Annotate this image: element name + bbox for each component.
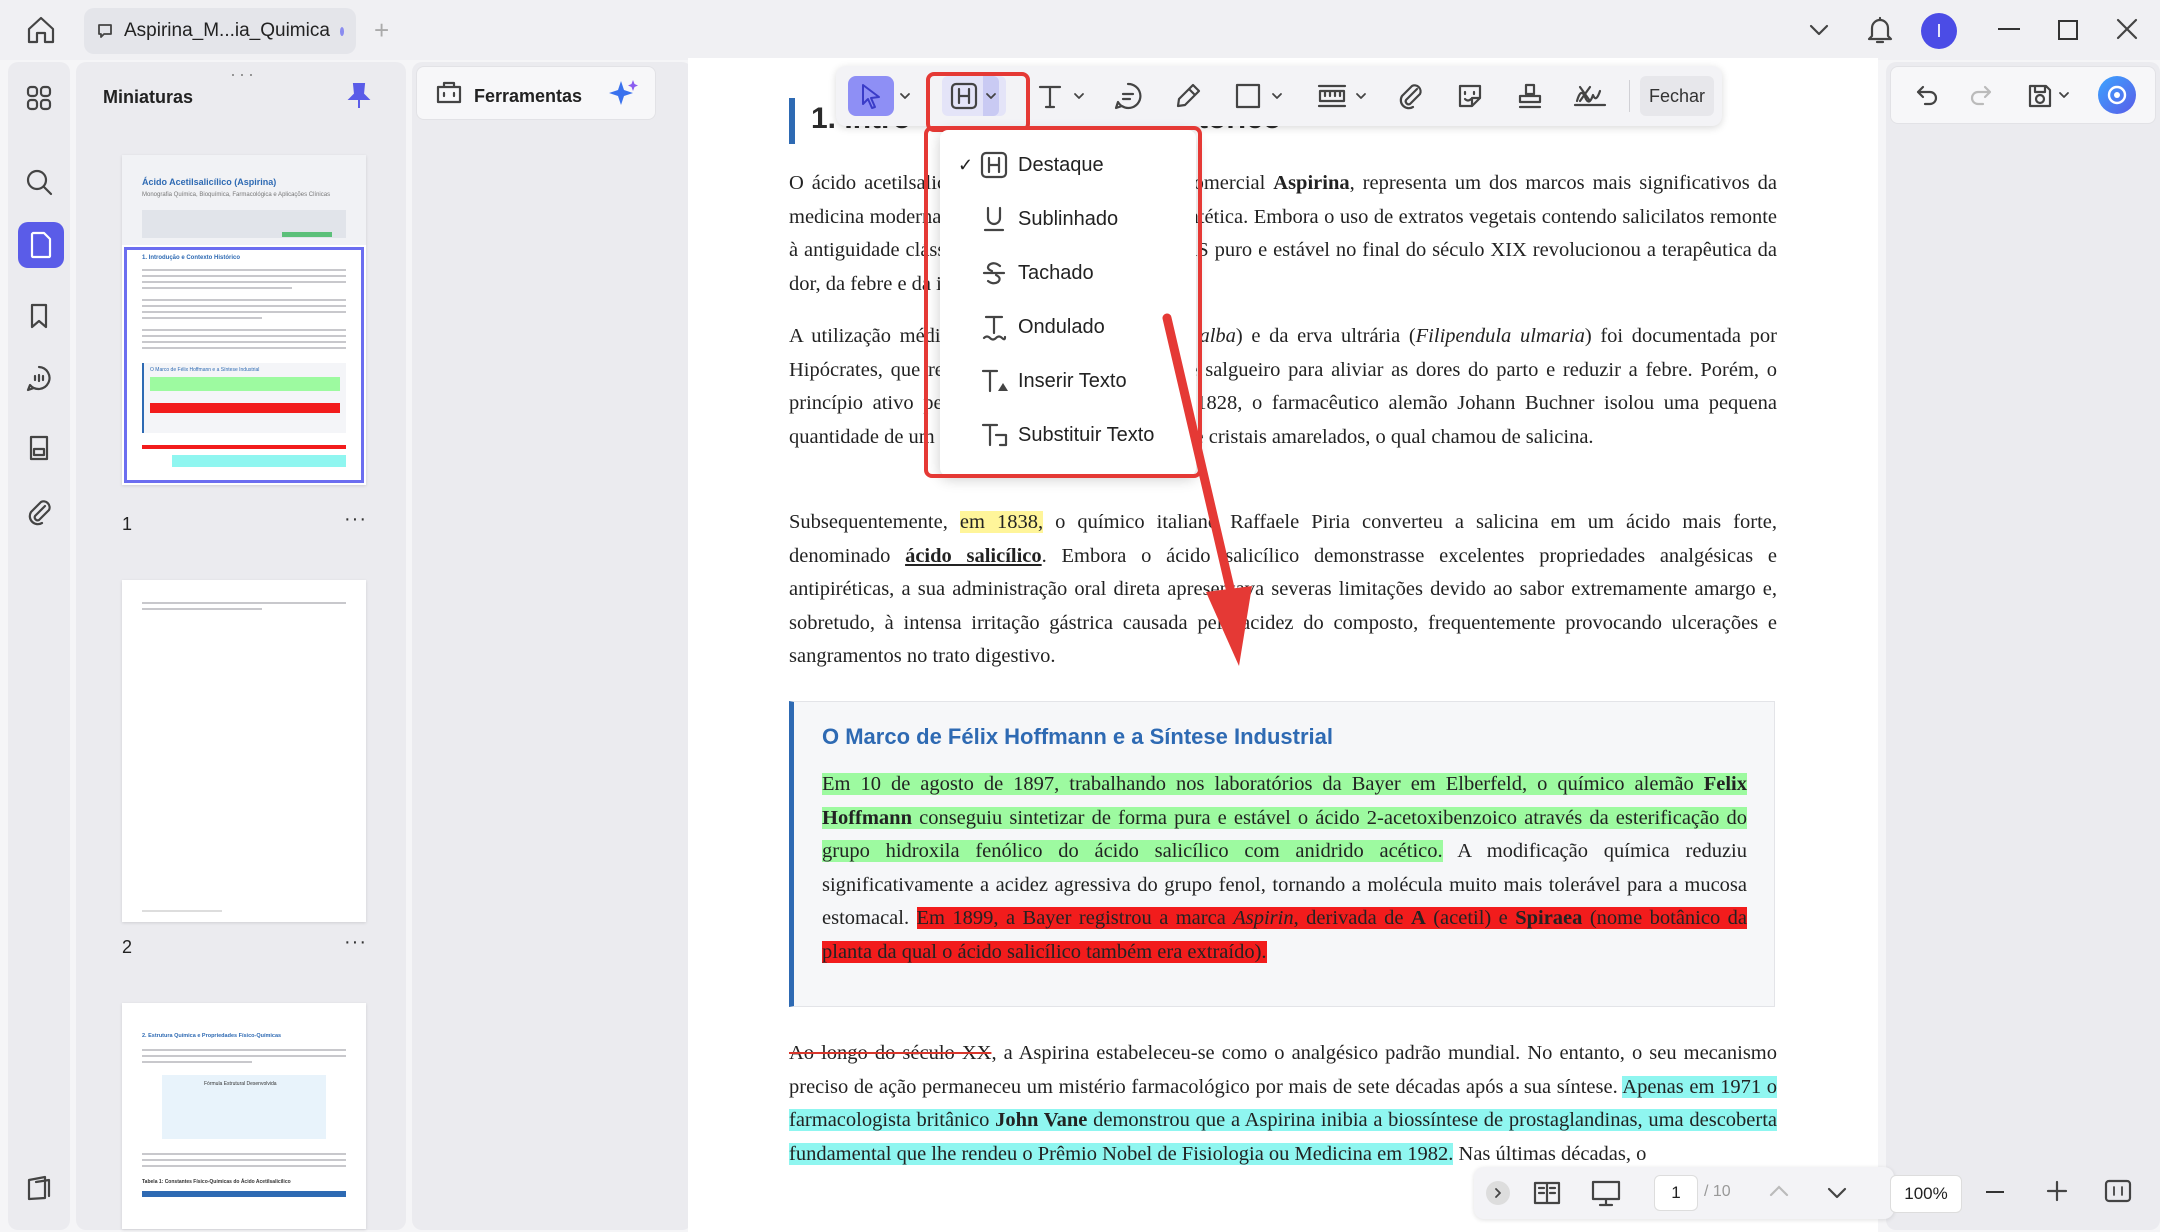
next-page-icon[interactable] <box>1826 1183 1848 1203</box>
panel-title: Miniaturas <box>103 87 194 107</box>
yellow-highlight[interactable]: em 1838, <box>959 511 1044 533</box>
pin-icon[interactable] <box>347 82 371 110</box>
underlined-term[interactable]: ácido salicílico <box>905 545 1042 567</box>
zoom-level[interactable]: 100% <box>1890 1175 1962 1213</box>
page-number-1: 1 <box>122 514 133 534</box>
undo-icon[interactable] <box>1914 82 1940 108</box>
text-tool-button[interactable] <box>1028 76 1072 116</box>
thumb-subtitle: Monografia Química, Bioquímica, Farmacol… <box>142 192 331 198</box>
avatar[interactable]: I <box>1921 13 1957 49</box>
stamp-tool-icon[interactable] <box>1508 76 1552 116</box>
thumb-title: Ácido Acetilsalicílico (Aspirina) <box>142 177 277 187</box>
attach-tool-icon[interactable] <box>1388 76 1432 116</box>
page-thumbnail-3[interactable]: 2. Estrutura Química e Propriedades Físi… <box>122 1003 366 1229</box>
page-1-more-icon[interactable]: ··· <box>344 508 367 531</box>
tools-label[interactable]: Ferramentas <box>474 86 582 107</box>
thumb-box-title: O Marco de Félix Hoffmann e a Síntese In… <box>150 367 260 373</box>
thumbnails-page-icon[interactable] <box>18 222 64 268</box>
presentation-icon[interactable] <box>1590 1179 1622 1209</box>
heading-bar <box>789 98 795 144</box>
thumb-3-formula: Fórmula Estrutural Desenvolvida <box>204 1081 277 1087</box>
form-icon[interactable] <box>19 428 59 468</box>
tools-panel: Ferramentas <box>412 62 692 1230</box>
previous-page-icon[interactable] <box>1768 1181 1790 1201</box>
ai-sparkle-icon[interactable] <box>608 78 640 108</box>
maximize-icon[interactable] <box>2058 20 2078 40</box>
close-toolbar-button[interactable]: Fechar <box>1640 76 1714 116</box>
thumb-section: 1. Introdução e Contexto Histórico <box>142 255 241 261</box>
fit-page-icon[interactable] <box>2104 1178 2132 1204</box>
select-tool-button[interactable] <box>848 76 894 116</box>
pencil-tool-icon[interactable] <box>1166 76 1210 116</box>
sticker-tool-icon[interactable] <box>1448 76 1492 116</box>
toolbox-icon <box>434 78 464 106</box>
measure-tool-dropdown-icon[interactable] <box>1354 76 1368 116</box>
strikethrough-text[interactable]: Ao longo do século XX <box>789 1042 991 1064</box>
page-number-2: 2 <box>122 937 133 957</box>
shape-tool-icon[interactable] <box>1226 76 1270 116</box>
attachment-icon[interactable] <box>19 492 59 532</box>
comment-icon <box>96 22 114 40</box>
page-thumbnail-2[interactable] <box>122 580 366 922</box>
paragraph-3: Subsequentemente, em 1838, o químico ita… <box>789 511 1777 667</box>
document-tab[interactable]: Aspirina_M...ia_Quimica <box>84 8 356 54</box>
zoom-in-icon[interactable] <box>2046 1180 2068 1202</box>
page-2-more-icon[interactable]: ··· <box>344 931 367 954</box>
tab-title: Aspirina_M...ia_Quimica <box>124 20 330 41</box>
unsaved-dot-icon <box>339 26 344 36</box>
pagination-bar: 1 / 10 <box>1474 1167 1894 1219</box>
comment-tool-icon[interactable] <box>1106 76 1150 116</box>
measure-tool-icon[interactable] <box>1310 76 1354 116</box>
annotation-arrow-icon <box>1162 313 1252 666</box>
thumb-3-table-title: Tabela 1: Constantes Físico-Químicas do … <box>142 1179 291 1185</box>
signature-tool-icon[interactable] <box>1568 76 1612 116</box>
collapse-icon[interactable] <box>1486 1181 1510 1205</box>
save-dropdown-icon[interactable] <box>2058 90 2070 100</box>
annotation-box-highlight-tool <box>926 72 1030 132</box>
zoom-out-icon[interactable] <box>1986 1191 2004 1193</box>
paragraph-4: Ao longo do século XX, a Aspirina estabe… <box>789 1042 1778 1165</box>
new-tab-icon[interactable]: + <box>374 17 389 43</box>
left-icon-bar <box>8 62 70 1230</box>
text-tool-dropdown-icon[interactable] <box>1072 76 1086 116</box>
page-layout-icon[interactable] <box>1532 1179 1562 1207</box>
close-icon[interactable] <box>2116 18 2138 40</box>
page-total: / 10 <box>1704 1183 1731 1200</box>
comments-icon[interactable] <box>19 358 59 398</box>
grid-icon[interactable] <box>19 78 59 118</box>
red-highlight[interactable]: Em 1899, a Bayer registrou a marca Aspir… <box>822 907 1748 963</box>
drag-handle[interactable]: ··· <box>230 64 257 85</box>
minimize-icon[interactable] <box>1998 28 2020 30</box>
search-icon[interactable] <box>19 162 59 202</box>
page-number-input[interactable]: 1 <box>1654 1175 1698 1211</box>
page-thumbnail-1[interactable]: Ácido Acetilsalicílico (Aspirina) Monogr… <box>122 155 366 485</box>
select-tool-dropdown-icon[interactable] <box>898 76 912 116</box>
redo-icon[interactable] <box>1968 82 1994 108</box>
callout-text: Em 10 de agosto de 1897, trabalhando nos… <box>822 773 1748 963</box>
save-icon[interactable] <box>2026 82 2054 110</box>
layers-icon[interactable] <box>19 1168 59 1208</box>
bookmark-icon[interactable] <box>19 296 59 336</box>
thumb-3-title: 2. Estrutura Química e Propriedades Físi… <box>142 1033 282 1039</box>
bell-icon[interactable] <box>1866 15 1894 45</box>
title-bar: Aspirina_M...ia_Quimica + I <box>0 0 2160 60</box>
right-panel <box>1886 62 2160 1230</box>
ai-assistant-icon[interactable] <box>2098 76 2136 114</box>
home-icon[interactable] <box>24 14 58 46</box>
callout-title: O Marco de Félix Hoffmann e a Síntese In… <box>822 724 1334 749</box>
chevron-down-icon[interactable] <box>1808 20 1830 40</box>
shape-tool-dropdown-icon[interactable] <box>1270 76 1284 116</box>
